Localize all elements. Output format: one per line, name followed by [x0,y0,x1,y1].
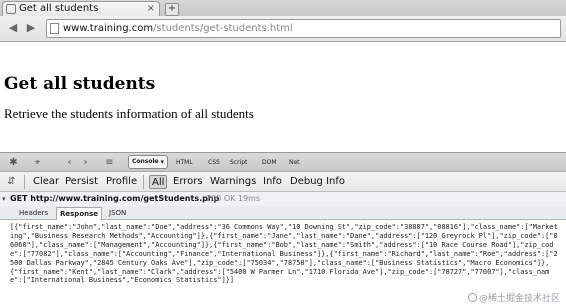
request-status: 200 OK 19ms [206,194,261,203]
filter-errors-button[interactable]: Errors [173,175,203,189]
new-tab-button[interactable]: + [165,3,179,16]
response-panel: [{"first_name":"John","last_name":"Doe",… [0,220,566,308]
page-content: Get all students Retrieve the students i… [0,42,566,152]
divider [24,175,25,189]
request-subtabs: Headers Response JSON [0,206,566,221]
inspect-icon[interactable]: ⌖ [32,157,43,168]
tab-response[interactable]: Response [56,207,103,221]
divider [143,175,144,189]
firebug-toolbar: ✱ ⌖ ‹ › ≡ Console HTML CSS Script DOM Ne… [0,152,566,172]
expand-icon[interactable]: ≡ [104,157,115,168]
page-heading: Get all students [4,74,156,94]
watermark-logo-icon [467,293,477,302]
tab-net[interactable]: Net [289,155,300,170]
tab-console[interactable]: Console [128,155,168,169]
profile-button[interactable]: Profile [106,175,137,189]
page-icon [50,23,59,34]
tab-headers[interactable]: Headers [16,207,51,220]
clear-button[interactable]: Clear [33,175,59,189]
tab-json[interactable]: JSON [106,207,129,220]
forward-icon[interactable]: › [80,157,91,168]
request-row[interactable]: ▾ GET http://www.training.com/getStudent… [0,192,566,206]
filter-warnings-button[interactable]: Warnings [210,175,256,189]
page-icon [6,4,16,14]
filter-all-button[interactable]: All [149,175,168,189]
navigation-bar: ◀ ▶ www.training.com/students/get-studen… [0,16,566,42]
tab-html[interactable]: HTML [176,155,193,170]
filter-info-button[interactable]: Info [263,175,282,189]
back-icon[interactable]: ‹ [64,157,75,168]
browser-tab[interactable]: Get all students × [2,1,160,16]
response-body: [{"first_name":"John","last_name":"Doe",… [10,223,558,285]
tab-script[interactable]: Script [230,155,247,170]
back-icon[interactable]: ◀ [6,21,20,35]
watermark: @稀土掘金技术社区 [467,291,560,304]
request-url[interactable]: GET http://www.training.com/getStudents.… [10,192,219,206]
filter-debug-info-button[interactable]: Debug Info [290,175,345,189]
tab-dom[interactable]: DOM [262,155,277,170]
collapse-icon[interactable]: ▾ [2,192,6,206]
console-menu-icon[interactable]: ⇵ [6,176,17,187]
url-host: www.training.com [63,23,154,34]
tab-title: Get all students [19,3,99,14]
watermark-text: @稀土掘金技术社区 [478,294,560,304]
firebug-icon[interactable]: ✱ [8,157,19,168]
persist-button[interactable]: Persist [65,175,98,189]
tab-strip: Get all students × + [0,0,566,16]
console-toolbar: ⇵ Clear Persist Profile All Errors Warni… [0,172,566,192]
page-description: Retrieve the students information of all… [4,106,254,121]
url-path: /students/get-students.html [153,23,293,34]
forward-icon[interactable]: ▶ [24,21,38,35]
close-tab-icon[interactable]: × [147,2,155,16]
address-bar[interactable]: www.training.com/students/get-students.h… [46,19,561,38]
tab-css[interactable]: CSS [208,155,220,170]
